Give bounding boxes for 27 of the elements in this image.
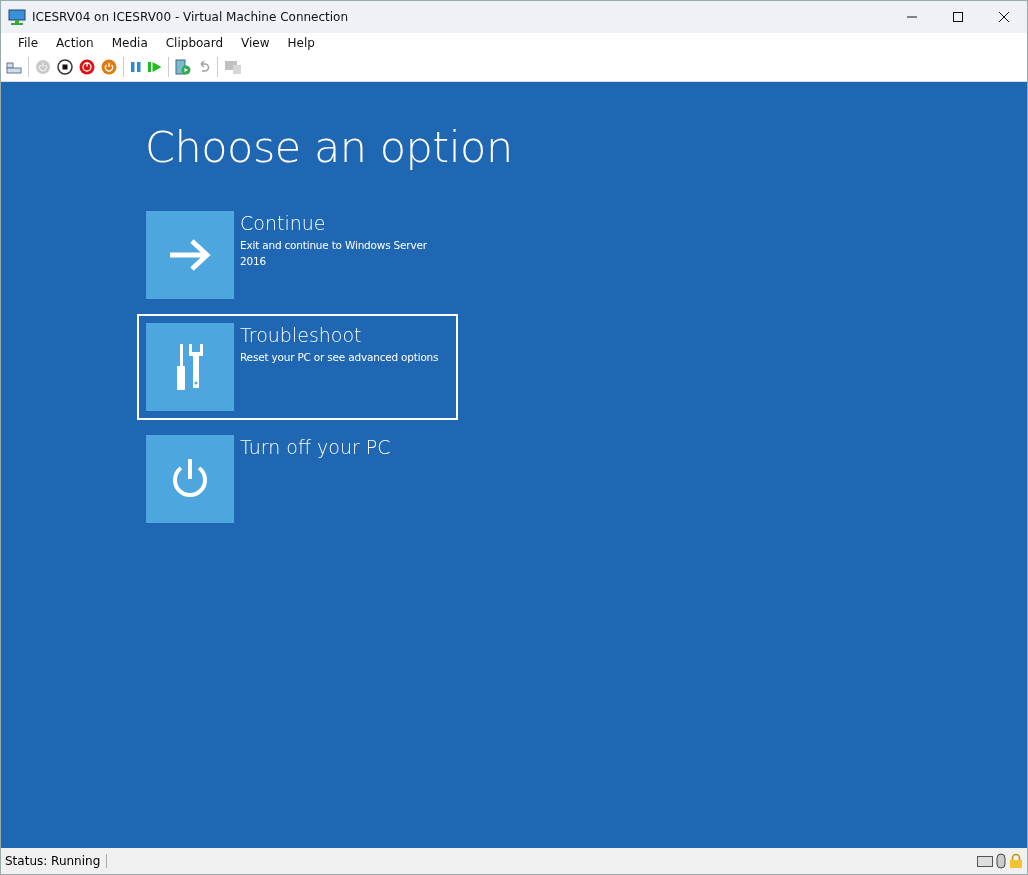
close-icon — [999, 12, 1009, 22]
lock-icon — [1009, 853, 1023, 869]
option-tile[interactable]: Troubleshoot Reset your PC or see advanced options — [137, 314, 458, 420]
play-icon[interactable] — [148, 61, 162, 73]
screen-heading: Choose an option — [145, 122, 514, 172]
menu-item[interactable]: Clipboard — [156, 36, 233, 50]
monitor-icon — [8, 9, 26, 25]
arrow-icon — [168, 238, 212, 272]
menu-item[interactable]: Action — [47, 36, 103, 50]
power-icon[interactable] — [101, 59, 117, 75]
mouse-icon — [996, 853, 1006, 869]
option-tile[interactable]: Turn off your PC — [137, 426, 458, 532]
keyboard-icon[interactable] — [6, 60, 22, 74]
pause-icon[interactable] — [130, 61, 142, 73]
tools-icon — [174, 344, 206, 390]
server-play-icon[interactable] — [175, 59, 191, 75]
maximize-icon — [953, 12, 963, 22]
stop-icon[interactable] — [57, 59, 73, 75]
window-title: ICESRV04 on ICESRV00 - Virtual Machine Connection — [31, 10, 350, 24]
keyboard-icon — [977, 855, 993, 867]
menu-item[interactable]: Media — [102, 36, 157, 50]
menu-item[interactable]: View — [232, 36, 279, 50]
menu-item[interactable]: Help — [278, 36, 324, 50]
power-icon[interactable] — [79, 59, 95, 75]
menu-item[interactable]: File — [9, 36, 48, 50]
option-tile[interactable]: Continue Exit and continue to Windows Server 2016 — [137, 202, 458, 308]
status-text: Status: Running — [5, 854, 108, 868]
